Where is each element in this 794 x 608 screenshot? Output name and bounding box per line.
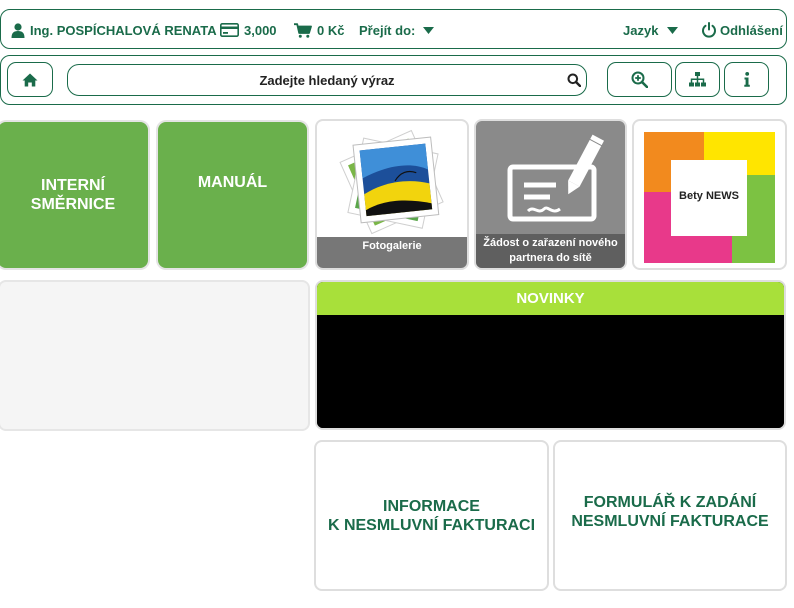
novinky-label: NOVINKY — [516, 290, 585, 307]
tile-bety-news[interactable]: Bety NEWS — [632, 119, 787, 270]
search-input[interactable]: Zadejte hledaný výraz — [67, 64, 587, 96]
tile-formular-fakturace[interactable]: FORMULÁŘ K ZADÁNÍ NESMLUVNÍ FAKTURACE — [553, 440, 787, 591]
logout-label: Odhlášení — [720, 22, 783, 38]
user-name: Ing. POSPÍCHALOVÁ RENATA — [30, 22, 217, 38]
zoom-in-icon — [631, 71, 648, 88]
signature-form-icon — [507, 134, 605, 222]
credit-value: 3,000 — [244, 22, 277, 38]
search-placeholder: Zadejte hledaný výraz — [259, 72, 395, 88]
tile-informace-label: INFORMACE K NESMLUVNÍ FAKTURACI — [328, 497, 535, 535]
tile-interni-label: INTERNÍ SMĚRNICE — [30, 177, 116, 213]
photo-gallery-icon — [339, 129, 444, 235]
user-profile[interactable]: Ing. POSPÍCHALOVÁ RENATA — [11, 10, 217, 50]
zoom-button[interactable] — [607, 62, 672, 97]
chevron-down-icon — [667, 26, 679, 34]
info-icon — [743, 72, 750, 87]
tile-manual[interactable]: MANUÁL — [158, 122, 307, 268]
tile-interni-smernice[interactable]: INTERNÍ SMĚRNICE — [0, 122, 148, 268]
novinky-panel[interactable]: NOVINKY — [315, 280, 786, 430]
home-icon — [22, 73, 38, 86]
credit-display[interactable]: 3,000 — [220, 10, 277, 50]
tile-zadost-partner[interactable]: Žádost o zařazení nového partnera do sít… — [474, 119, 627, 270]
tile-manual-label: MANUÁL — [197, 173, 268, 191]
novinky-header: NOVINKY — [317, 282, 784, 315]
bety-news-label: Bety NEWS — [679, 190, 739, 202]
tile-fotogalerie-caption: Fotogalerie — [317, 237, 467, 268]
credit-card-icon — [220, 23, 239, 37]
formular-line2: NESMLUVNÍ FAKTURACE — [571, 512, 769, 530]
cart-link[interactable]: 0 Kč — [294, 10, 344, 50]
tile-formular-label: FORMULÁŘ K ZADÁNÍ NESMLUVNÍ FAKTURACE — [571, 493, 768, 531]
logout-button[interactable]: Odhlášení — [701, 10, 783, 50]
search-icon[interactable] — [567, 73, 581, 87]
tile-zadost-caption: Žádost o zařazení nového partnera do sít… — [476, 234, 625, 268]
sitemap-button[interactable] — [675, 62, 720, 97]
cart-value: 0 Kč — [317, 22, 345, 38]
info-button[interactable] — [724, 62, 769, 97]
formular-line1: FORMULÁŘ K ZADÁNÍ — [583, 493, 757, 511]
chevron-down-icon — [423, 26, 435, 34]
cart-icon — [294, 22, 312, 38]
tile-fotogalerie[interactable]: Fotogalerie — [315, 119, 469, 270]
informace-line1: INFORMACE — [383, 497, 480, 515]
tile-fotogalerie-label: Fotogalerie — [362, 240, 422, 252]
power-icon — [702, 22, 716, 38]
tile-zadost-label: Žádost o zařazení nového partnera do sít… — [483, 237, 618, 264]
empty-panel — [0, 280, 310, 431]
novinky-content — [317, 315, 784, 428]
home-button[interactable] — [7, 62, 53, 97]
goto-label: Přejít do: — [359, 22, 416, 38]
sitemap-icon — [689, 72, 706, 87]
user-icon — [11, 22, 25, 38]
top-bar: Ing. POSPÍCHALOVÁ RENATA 3,000 0 Kč Přej… — [0, 9, 787, 49]
language-dropdown[interactable]: Jazyk — [623, 10, 683, 50]
search-bar: Zadejte hledaný výraz — [0, 55, 787, 105]
goto-dropdown[interactable]: Přejít do: — [359, 10, 439, 50]
informace-line2: K NESMLUVNÍ FAKTURACI — [327, 516, 536, 534]
tile-informace-fakturace[interactable]: INFORMACE K NESMLUVNÍ FAKTURACI — [314, 440, 549, 591]
language-label: Jazyk — [623, 22, 659, 38]
